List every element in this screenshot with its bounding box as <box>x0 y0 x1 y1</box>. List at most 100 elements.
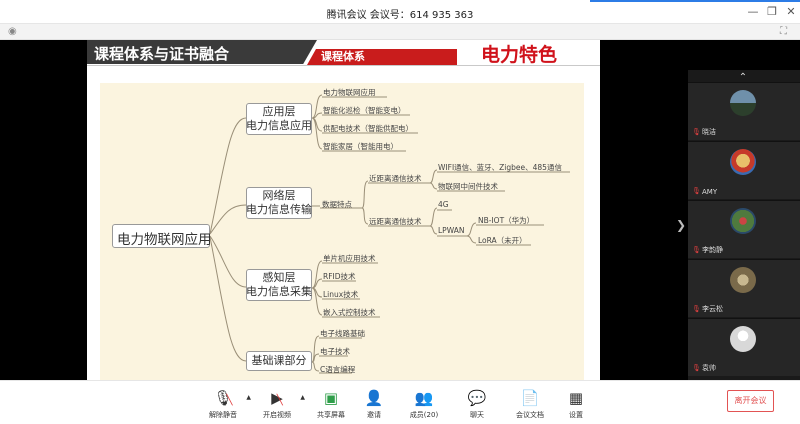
unmute-button[interactable]: 🎙╲ 解除静音 ▲ <box>201 388 251 420</box>
share-screen-button[interactable]: ▣ 共享屏幕 <box>309 388 353 420</box>
branch-app-line2: 电力信息应用 <box>246 119 312 132</box>
connector-app-children <box>311 94 323 150</box>
shared-screen-slide: 课程体系与证书融合 课程体系 电力特色 电力物联网应用 应用层 电力信息应用 网… <box>87 40 600 380</box>
meeting-info-bar: ◉ ⛶ <box>0 24 800 40</box>
branch-basic: 基础课部分 <box>251 354 307 367</box>
settings-grid-icon: ▦ <box>568 389 584 407</box>
participant-tile[interactable]: 🎙 AMY <box>688 141 800 199</box>
branch-network: 网络层 电力信息传输 <box>246 189 312 217</box>
start-video-button[interactable]: ▶╲ 开启视频 ▲ <box>255 388 305 420</box>
mic-muted-icon: 🎙╲ <box>213 389 233 407</box>
share-screen-label: 共享屏幕 <box>317 411 345 419</box>
avatar <box>730 326 756 352</box>
basic-child-1: 电子线路基础 <box>320 329 365 338</box>
participant-name: 晓洁 <box>702 128 716 136</box>
slide-header: 课程体系与证书融合 课程体系 电力特色 <box>87 40 600 66</box>
camera-off-icon: ▶╲ <box>271 389 283 407</box>
connector-near-children <box>429 169 438 190</box>
avatar <box>730 90 756 116</box>
chat-button[interactable]: 💬 聊天 <box>455 388 499 420</box>
mic-muted-icon: 🎙 <box>692 305 701 313</box>
participant-panel: ⌃ 🎙 晓洁 🎙 AMY 🎙 李韵静 🎙 李云松 🎙 袁帅 <box>688 70 800 380</box>
connector-data-groups <box>361 180 369 225</box>
lpwan-child-1: NB-IOT（华为） <box>478 216 535 225</box>
sense-child-3: Linux技术 <box>323 290 359 299</box>
participant-name: AMY <box>702 188 718 196</box>
leave-meeting-button[interactable]: 离开会议 <box>727 390 774 412</box>
chevron-right-icon[interactable]: ❯ <box>676 218 686 232</box>
mic-muted-icon: 🎙 <box>692 187 701 195</box>
far-child-lpwan: LPWAN <box>438 226 465 235</box>
chat-label: 聊天 <box>470 411 484 419</box>
settings-label: 设置 <box>569 411 583 419</box>
mic-muted-icon: 🎙 <box>692 128 701 136</box>
sense-child-4: 嵌入式控制技术 <box>323 308 376 317</box>
sense-child-1: 单片机应用技术 <box>323 254 376 263</box>
connector-lpwan-children <box>466 222 477 244</box>
participant-name: 李云松 <box>702 305 723 313</box>
share-screen-icon: ▣ <box>323 389 339 407</box>
basic-child-3: C语言编程 <box>320 365 356 374</box>
branch-sense-line2: 电力信息采集 <box>246 285 312 298</box>
restore-button[interactable]: ❐ <box>765 5 779 18</box>
avatar <box>730 208 756 234</box>
invite-label: 邀请 <box>367 411 381 419</box>
branch-network-line2: 电力信息传输 <box>246 203 312 216</box>
connector-sense-children <box>311 260 323 316</box>
unmute-label: 解除静音 <box>209 411 237 419</box>
participant-name: 李韵静 <box>702 246 723 254</box>
branch-network-line1: 网络层 <box>262 189 296 202</box>
slide-header-divider <box>87 65 600 66</box>
mic-muted-icon: 🎙 <box>692 246 701 254</box>
network-group-near: 近距离通信技术 <box>369 174 422 183</box>
slide-title: 课程体系与证书融合 <box>94 45 230 63</box>
app-child-1: 电力物联网应用 <box>323 88 376 97</box>
docs-label: 会议文档 <box>516 411 544 419</box>
far-child-4g: 4G <box>438 200 449 209</box>
lpwan-child-2: LoRA（未开） <box>478 236 527 245</box>
participant-tile[interactable]: 🎙 李韵静 <box>688 200 800 258</box>
connector-far-children <box>429 207 438 235</box>
near-child-1: WIFI通信、蓝牙、Zigbee、485通信 <box>438 163 562 172</box>
members-button[interactable]: 👥 成员(20) <box>402 388 446 420</box>
members-icon: 👥 <box>414 389 434 407</box>
app-child-2: 智能化巡检（智能变电） <box>323 106 406 115</box>
start-video-label: 开启视频 <box>263 411 291 419</box>
chat-icon: 💬 <box>467 389 487 407</box>
add-user-icon: 👤 <box>364 389 384 407</box>
close-button[interactable]: ✕ <box>784 5 798 18</box>
participant-tile[interactable]: 🎙 袁帅 <box>688 318 800 376</box>
mindmap: 电力物联网应用 应用层 电力信息应用 网络层 电力信息传输 感知层 电力信息采集… <box>100 83 584 380</box>
fullscreen-icon[interactable]: ⛶ <box>780 26 787 37</box>
members-label: 成员(20) <box>409 411 439 419</box>
minimize-button[interactable]: — <box>746 5 760 18</box>
branch-sense: 感知层 电力信息采集 <box>246 271 312 299</box>
network-child-data: 数据特点 <box>322 200 352 209</box>
branch-app: 应用层 电力信息应用 <box>246 105 312 133</box>
invite-button[interactable]: 👤 邀请 <box>352 388 396 420</box>
branch-sense-line1: 感知层 <box>262 271 296 284</box>
title-accent-line <box>590 0 800 2</box>
connector-root-basic <box>209 236 247 362</box>
avatar <box>730 267 756 293</box>
document-icon: 📄 <box>520 389 540 407</box>
app-child-3: 供配电技术（智能供配电） <box>323 124 413 133</box>
participant-tile[interactable]: 🎙 晓洁 <box>688 82 800 140</box>
meeting-info-icon[interactable]: ◉ <box>8 26 17 37</box>
near-child-2: 物联网中间件技术 <box>438 182 498 191</box>
basic-child-2: 电子技术 <box>320 347 350 356</box>
connector-root-sense <box>209 235 247 288</box>
caret-up-icon[interactable]: ▲ <box>246 394 251 401</box>
slide-highlight: 电力特色 <box>481 44 558 66</box>
avatar <box>730 149 756 175</box>
settings-button[interactable]: ▦ 设置 <box>554 388 598 420</box>
participant-tile[interactable]: 🎙 李云松 <box>688 259 800 317</box>
app-child-4: 智能家居（智能用电） <box>323 142 398 151</box>
sense-child-2: RFID技术 <box>323 272 356 281</box>
participant-name: 袁帅 <box>702 364 716 372</box>
docs-button[interactable]: 📄 会议文档 <box>508 388 552 420</box>
network-group-far: 远距离通信技术 <box>369 217 422 226</box>
slide-tag: 课程体系 <box>307 49 457 65</box>
mindmap-root: 电力物联网应用 <box>117 232 212 248</box>
caret-up-icon[interactable]: ▲ <box>300 394 305 401</box>
